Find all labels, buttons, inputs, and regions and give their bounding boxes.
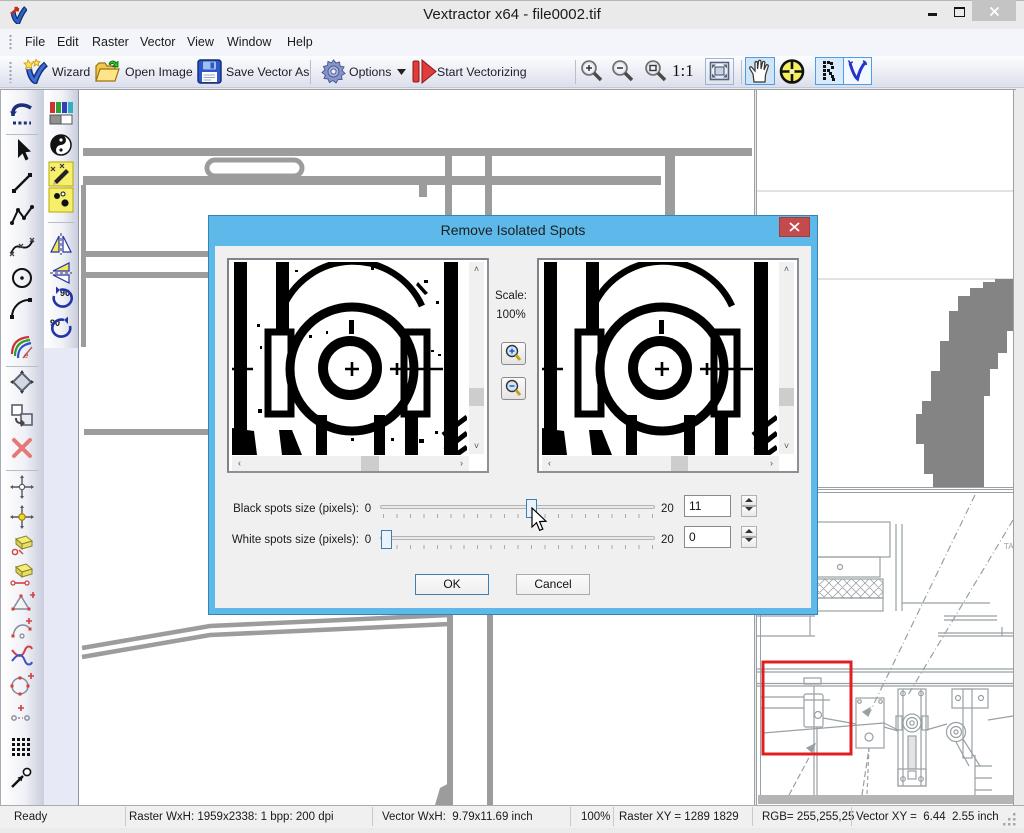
svg-text:e: e bbox=[24, 351, 29, 359]
svg-text:TA: TA bbox=[1004, 542, 1013, 551]
